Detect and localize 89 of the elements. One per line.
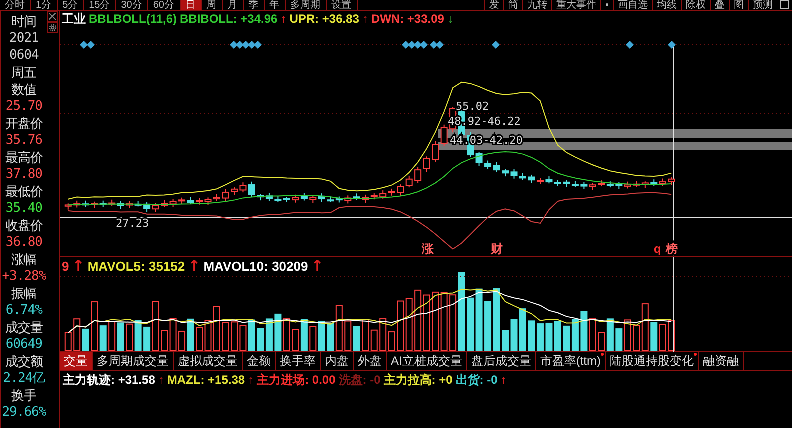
event-marker[interactable]: 财 [491,242,503,256]
field-label: 涨幅 [12,251,37,268]
legend-text: 出货: -0 [456,372,498,389]
period-tab[interactable]: 15分 [84,0,116,10]
field-value: 35.76 [6,132,43,149]
toolbar-button[interactable]: 画自选 [613,0,652,10]
indicator-tab[interactable]: 盘后成交量 [467,352,536,370]
field-label: 换手 [12,387,37,404]
legend-text: 主力拉高: +0 [384,372,453,389]
event-marker[interactable]: 涨 [422,242,434,256]
legend-text: DWN: +33.09 [371,12,444,26]
toolbar-button[interactable]: 均线 [652,0,681,10]
legend-text: UPR: +36.83 [290,12,360,26]
period-tab[interactable]: 月 [222,0,244,10]
toolbar-button[interactable]: 九转 [522,0,552,10]
period-tab[interactable]: 季 [244,0,264,10]
field-label: 收盘价 [5,217,43,234]
field-value: 37.80 [6,166,43,183]
period-tab[interactable]: 周 [202,0,222,10]
field-value: 2021 [10,30,39,47]
field-value: +3.28% [2,268,46,285]
indicator-tab[interactable]: 金额 [243,352,276,370]
price-label: 27.23 [116,217,150,230]
legend-text: 主力进场: 0.00 [257,372,336,389]
toolbar-button[interactable]: ▪ [600,0,613,10]
toolbar-button[interactable]: 图 [729,0,748,10]
square-icon[interactable] [780,0,789,9]
field-label: 周五 [12,64,37,81]
field-value: 2.24亿 [3,370,46,387]
field-label: 时间 [12,13,37,30]
legend-text: ↑ [188,259,201,274]
field-label: 数值 [12,81,37,98]
indicator-tab[interactable]: AI立桩成交量 [387,352,468,370]
legend-text: MAZL: +15.38 [167,372,246,389]
period-tab[interactable]: 30分 [116,0,148,10]
legend-text: ↑ [280,12,287,26]
legend-text: MAVOL10: 30209 [204,259,308,274]
indicator-tab[interactable]: 多周期成交量 [93,352,174,370]
indicator-tab[interactable]: 换手率 [276,352,321,370]
legend-text: ↓ [447,12,454,26]
indicator-tab[interactable]: 市盈率(ttm) [536,352,606,370]
period-tab[interactable]: 日 [180,0,202,10]
field-label: 开盘价 [5,115,43,132]
close-icon[interactable] [47,11,58,22]
period-tab[interactable]: 多周期 [286,0,326,10]
legend-text: BBLBOLL(11,6) [89,12,178,26]
indicator-tab[interactable]: 虚拟成交量 [174,352,243,370]
toolbar-button[interactable]: 简 [503,0,522,10]
period-tab[interactable]: 1分 [31,0,58,10]
field-value: 60649 [6,336,43,353]
field-label: 振幅 [12,285,37,302]
field-value: 36.80 [6,234,43,251]
legend-text: 工业 [62,12,86,26]
legend-text: BBIBOLL: +34.96 [180,12,278,26]
field-label: 成交量 [5,319,43,336]
field-value: 29.66% [2,404,46,421]
field-value: 0604 [10,47,39,64]
indicator-tab[interactable]: 内盘 [321,352,354,370]
indicator-tab[interactable]: 融资融 [699,352,744,370]
legend-text: ↑ [158,372,164,389]
field-value: 6.74% [6,302,43,319]
period-tab[interactable]: 年 [264,0,286,10]
field-label: 成交额 [5,353,43,370]
toolbar-button[interactable]: 叠 [710,0,729,10]
field-value: 35.40 [6,200,43,217]
indicator-tab[interactable]: 陆股通持股变化 [606,352,699,370]
legend-text: 洗盘: -0 [338,372,381,389]
field-label: 最高价 [5,149,43,166]
period-tab[interactable]: 5分 [58,0,84,10]
legend-text: ↑ [72,259,85,274]
legend-text: MAVOL5: 35152 [88,259,186,274]
legend-text: ↑ [362,12,368,26]
field-label: 最低价 [5,183,43,200]
period-tab[interactable]: 设置 [326,0,358,10]
legend-text: 主力轨迹: +31.58 [63,372,156,389]
gear-icon[interactable] [47,22,58,33]
legend-text: ↑ [248,372,254,389]
field-value: 25.70 [6,98,43,115]
period-tab[interactable]: 分时 [0,0,31,10]
legend-text: ↑ [311,259,324,274]
toolbar-button[interactable]: 重大事件 [551,0,600,10]
event-marker[interactable]: q [654,242,662,256]
indicator-tab[interactable]: 交量 [60,352,93,370]
toolbar-button[interactable]: 预测 [748,0,777,10]
legend-text: 9 [62,259,70,274]
toolbar-button[interactable]: 发 [484,0,504,10]
indicator-tab[interactable]: 外盘 [354,352,387,370]
toolbar-button[interactable]: 除权 [681,0,710,10]
legend-text: ↑ [500,372,507,389]
